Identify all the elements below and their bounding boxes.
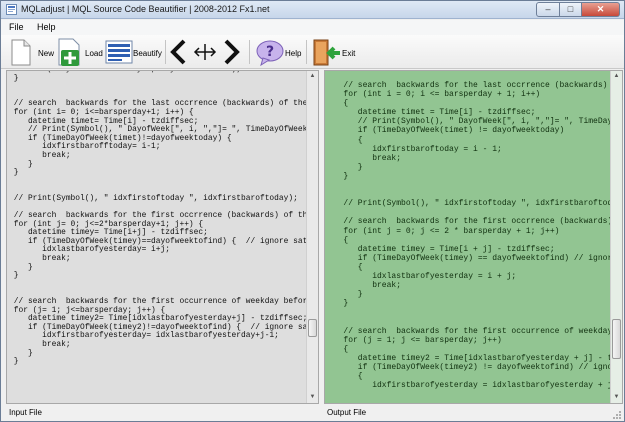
beautify-label: Beautify	[133, 49, 162, 58]
window-title: MQLadjust | MQL Source Code Beautifier |…	[21, 4, 270, 14]
status-bar: Input File Output File	[1, 405, 624, 421]
maximize-button[interactable]: □	[560, 2, 582, 17]
svg-text:?: ?	[266, 44, 274, 60]
help-label: Help	[285, 49, 302, 58]
input-code-text[interactable]: Print("DayOfWeekYesterday=", dayofweekto…	[9, 71, 312, 367]
output-vertical-scrollbar[interactable]: ▲ ▼	[610, 71, 622, 403]
beautify-button[interactable]: Beautify	[105, 37, 163, 67]
exit-door-icon	[313, 39, 340, 66]
close-button[interactable]: ✕	[582, 2, 620, 17]
scroll-down-icon[interactable]: ▼	[611, 392, 622, 403]
new-file-icon	[11, 39, 31, 66]
previous-button[interactable]	[167, 37, 191, 67]
help-button[interactable]: ? Help	[255, 37, 301, 67]
toolbar: New Load Beautify ? Help Exit	[1, 35, 624, 69]
output-code-text[interactable]: // search backwards for the last occrren…	[329, 81, 622, 390]
toolbar-separator	[249, 40, 250, 64]
beautify-lines-icon	[105, 40, 133, 64]
menu-bar: File Help	[1, 20, 624, 35]
next-button[interactable]	[219, 37, 243, 67]
split-view-button[interactable]	[193, 37, 217, 67]
load-label: Load	[85, 49, 103, 58]
window-controls: – □ ✕	[536, 2, 620, 17]
output-scroll-thumb[interactable]	[612, 319, 621, 359]
input-file-status: Input File	[9, 408, 42, 417]
split-arrows-icon	[193, 44, 217, 60]
help-bubble-icon: ?	[256, 40, 284, 67]
title-bar[interactable]: MQLadjust | MQL Source Code Beautifier |…	[1, 1, 624, 19]
new-label: New	[38, 49, 55, 58]
scroll-up-icon[interactable]: ▲	[307, 71, 318, 82]
output-code-pane[interactable]: // search backwards for the last occrren…	[324, 70, 623, 404]
input-vertical-scrollbar[interactable]: ▲ ▼	[306, 71, 318, 403]
new-button[interactable]: New	[9, 37, 55, 67]
output-file-status: Output File	[327, 408, 367, 417]
input-code-pane[interactable]: Print("DayOfWeekYesterday=", dayofweekto…	[6, 70, 319, 404]
input-scroll-thumb[interactable]	[308, 319, 317, 337]
arrow-right-icon	[224, 39, 240, 65]
toolbar-separator	[306, 40, 307, 64]
scroll-up-icon[interactable]: ▲	[611, 71, 622, 82]
menu-help[interactable]: Help	[37, 22, 56, 32]
exit-label: Exit	[342, 49, 356, 58]
app-icon	[6, 4, 17, 15]
resize-grip-icon[interactable]	[612, 410, 622, 420]
scroll-down-icon[interactable]: ▼	[307, 392, 318, 403]
app-window: MQLadjust | MQL Source Code Beautifier |…	[0, 0, 625, 422]
menu-file[interactable]: File	[9, 22, 24, 32]
exit-button[interactable]: Exit	[311, 37, 357, 67]
minimize-button[interactable]: –	[536, 2, 560, 17]
arrow-left-icon	[170, 39, 186, 65]
toolbar-separator	[165, 40, 166, 64]
load-plus-icon	[58, 38, 80, 66]
load-button[interactable]: Load	[55, 37, 105, 67]
